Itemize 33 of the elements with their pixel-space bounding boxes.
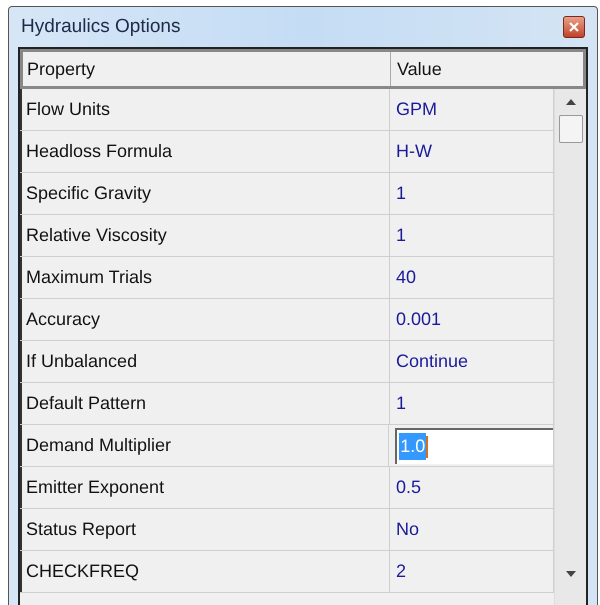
value-cell-text: 2 xyxy=(396,560,406,583)
property-cell: Demand Multiplier xyxy=(20,425,390,466)
property-cell: Flow Units xyxy=(20,89,390,130)
value-cell-text: H-W xyxy=(396,140,432,163)
property-cell: Maximum Trials xyxy=(20,257,390,298)
column-header: Property xyxy=(23,52,391,86)
property-cell: Specific Gravity xyxy=(20,173,390,214)
window-title: Hydraulics Options xyxy=(21,14,180,39)
value-cell-text: Continue xyxy=(396,350,468,373)
scroll-up-icon[interactable] xyxy=(566,99,576,105)
property-cell: Relative Viscosity xyxy=(20,215,390,256)
column-header: Value xyxy=(396,58,443,80)
property-cell: Emitter Exponent xyxy=(20,467,390,508)
property-cell: Accuracy xyxy=(20,299,390,340)
scrollbar[interactable] xyxy=(554,89,586,605)
close-button[interactable] xyxy=(563,16,585,38)
value-cell-text: 1 xyxy=(396,182,406,205)
value-cell-text: No xyxy=(396,518,420,541)
property-cell: Status Report xyxy=(20,509,390,550)
value-cell-text: 1 xyxy=(396,224,406,247)
close-icon xyxy=(569,22,579,32)
property-cell: Headloss Formula xyxy=(20,131,390,172)
property-cell: Default Pattern xyxy=(20,383,390,424)
property-cell: CHECKFREQ xyxy=(20,551,390,592)
value-cell-text: GPM xyxy=(396,98,438,121)
value-input-field[interactable]: 1.0 xyxy=(395,428,554,464)
value-cell-text: 0.001 xyxy=(396,308,442,331)
scrollbar-thumb[interactable] xyxy=(558,115,583,143)
value-cell-text: 0.5 xyxy=(396,476,422,499)
property-cell: If Unbalanced xyxy=(20,341,390,382)
value-cell-text: 40 xyxy=(396,266,416,289)
value-cell-text: 1 xyxy=(396,392,406,415)
scroll-down-icon[interactable] xyxy=(566,571,576,577)
